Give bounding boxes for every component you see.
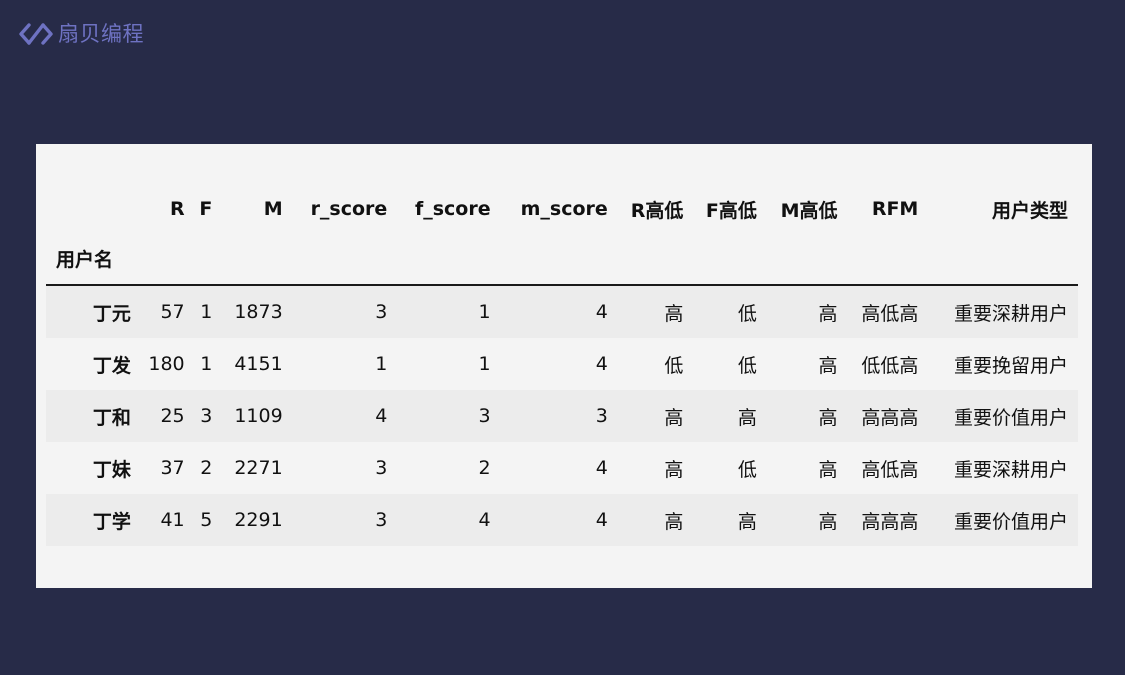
index-name-row: 用户名: [46, 232, 1078, 286]
table-cell: 高: [664, 406, 684, 429]
table-cell: 1: [375, 353, 388, 375]
index-header-blank: [46, 186, 139, 232]
table-cell: 1873: [234, 301, 283, 323]
table-cell: 1109: [234, 405, 283, 427]
column-header: r_score: [310, 198, 388, 220]
table-row: 丁和 25 3 1109 4 3 3 高 高 高 高高高 重要价值用户: [46, 390, 1078, 442]
table-cell: 1: [478, 353, 491, 375]
column-header: 用户类型: [991, 199, 1068, 222]
table-cell: 4: [595, 457, 608, 479]
table-cell: 低: [737, 354, 757, 377]
column-header: m_score: [520, 198, 608, 220]
rfm-dataframe-table: R F M r_score f_score m_score R高低 F高低 M高…: [46, 186, 1078, 546]
table-cell: 重要价值用户: [953, 406, 1068, 429]
table-cell: 5: [200, 509, 213, 531]
table-cell: 1: [478, 301, 491, 323]
table-cell: 37: [160, 457, 185, 479]
table-cell: 4151: [234, 353, 283, 375]
table-cell: 3: [375, 509, 388, 531]
table-cell: 低低高: [861, 354, 919, 377]
table-cell: 180: [148, 353, 185, 375]
dataframe-card: R F M r_score f_score m_score R高低 F高低 M高…: [36, 144, 1092, 588]
column-header-row: R F M r_score f_score m_score R高低 F高低 M高…: [46, 186, 1078, 232]
table-cell: 高: [818, 458, 838, 481]
table-cell: 25: [160, 405, 185, 427]
row-index: 丁学: [92, 510, 131, 533]
table-cell: 低: [737, 458, 757, 481]
column-header: M高低: [780, 199, 838, 222]
table-cell: 2: [478, 457, 491, 479]
table-cell: 4: [595, 353, 608, 375]
table-row: 丁发 180 1 4151 1 1 4 低 低 高 低低高 重要挽留用户: [46, 338, 1078, 390]
row-index: 丁元: [92, 302, 131, 325]
index-name: 用户名: [46, 232, 139, 286]
table-cell: 高: [818, 510, 838, 533]
table-cell: 3: [375, 301, 388, 323]
column-header: RFM: [871, 198, 919, 220]
table-cell: 2: [200, 457, 213, 479]
row-index: 丁妹: [92, 458, 131, 481]
table-row: 丁妹 37 2 2271 3 2 4 高 低 高 高低高 重要深耕用户: [46, 442, 1078, 494]
table-cell: 高高高: [861, 510, 919, 533]
column-header: F高低: [705, 199, 757, 222]
table-row: 丁学 41 5 2291 3 4 4 高 高 高 高高高 重要价值用户: [46, 494, 1078, 546]
table-cell: 重要挽留用户: [953, 354, 1068, 377]
table-cell: 3: [478, 405, 491, 427]
table-cell: 高低高: [861, 458, 919, 481]
table-cell: 4: [375, 405, 388, 427]
table-cell: 高低高: [861, 302, 919, 325]
column-header: R高低: [630, 199, 684, 222]
table-cell: 高: [818, 406, 838, 429]
table-cell: 4: [478, 509, 491, 531]
table-cell: 低: [664, 354, 684, 377]
table-cell: 高: [737, 510, 757, 533]
table-cell: 4: [595, 509, 608, 531]
table-cell: 高: [737, 406, 757, 429]
table-row: 丁元 57 1 1873 3 1 4 高 低 高 高低高 重要深耕用户: [46, 285, 1078, 338]
code-brackets-icon: [19, 23, 53, 45]
table-cell: 3: [200, 405, 213, 427]
row-index: 丁和: [92, 406, 131, 429]
table-cell: 2291: [234, 509, 283, 531]
table-cell: 重要价值用户: [953, 510, 1068, 533]
column-header: M: [263, 198, 283, 220]
table-cell: 高: [818, 354, 838, 377]
table-cell: 2271: [234, 457, 283, 479]
table-cell: 1: [200, 301, 213, 323]
table-cell: 低: [737, 302, 757, 325]
table-cell: 高: [664, 302, 684, 325]
table-cell: 3: [595, 405, 608, 427]
column-header: R: [170, 198, 185, 220]
table-cell: 高: [664, 510, 684, 533]
table-cell: 重要深耕用户: [953, 458, 1068, 481]
table-cell: 重要深耕用户: [953, 302, 1068, 325]
table-cell: 57: [160, 301, 185, 323]
table-cell: 4: [595, 301, 608, 323]
table-cell: 高: [664, 458, 684, 481]
table-cell: 1: [200, 353, 213, 375]
column-header: F: [199, 198, 213, 220]
brand-logo: 扇贝编程: [18, 20, 144, 48]
table-cell: 高高高: [861, 406, 919, 429]
brand-name: 扇贝编程: [58, 22, 144, 46]
table-cell: 3: [375, 457, 388, 479]
row-index: 丁发: [92, 354, 131, 377]
table-cell: 41: [160, 509, 185, 531]
table-cell: 高: [818, 302, 838, 325]
column-header: f_score: [414, 198, 491, 220]
